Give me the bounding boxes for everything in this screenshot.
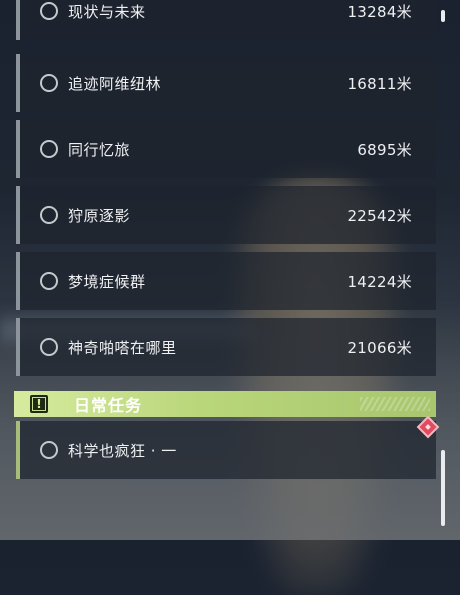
- mission-rail: [16, 0, 20, 40]
- mission-distance: 13284米: [347, 2, 412, 21]
- mission-item[interactable]: 现状与未来 13284米: [16, 0, 436, 40]
- mission-list: 现状与未来 13284米 追迹阿维纽林 16811米 同行忆旅 6895米 狩原…: [0, 0, 460, 540]
- mission-rail: [16, 54, 20, 112]
- mission-distance: 22542米: [347, 206, 412, 225]
- mission-item[interactable]: 追迹阿维纽林 16811米: [16, 54, 436, 112]
- scrollbar-top-cap: [441, 10, 445, 22]
- mission-name: 追迹阿维纽林: [68, 74, 162, 93]
- radio-circle-icon: [40, 338, 58, 356]
- radio-circle-icon: [40, 140, 58, 158]
- mission-item[interactable]: 梦境症候群 14224米: [16, 252, 436, 310]
- mission-name: 神奇啪嗒在哪里: [68, 338, 177, 357]
- mission-distance: 21066米: [347, 338, 412, 357]
- mission-rail: [16, 318, 20, 376]
- mission-rail: [16, 421, 20, 479]
- mission-item[interactable]: 神奇啪嗒在哪里 21066米: [16, 318, 436, 376]
- radio-circle-icon: [40, 206, 58, 224]
- mission-distance: 16811米: [347, 74, 412, 93]
- decorative-stripes: [360, 397, 430, 411]
- radio-circle-icon: [40, 272, 58, 290]
- mission-rail: [16, 252, 20, 310]
- section-title: 日常任务: [74, 396, 143, 415]
- mission-name: 狩原逐影: [68, 206, 131, 225]
- daily-mission-item[interactable]: 科学也疯狂 · 一: [16, 421, 436, 479]
- mission-name: 同行忆旅: [68, 140, 131, 159]
- scrollbar-thumb[interactable]: [441, 450, 445, 526]
- mission-distance: 14224米: [347, 272, 412, 291]
- daily-missions-header[interactable]: ! 日常任务: [14, 391, 436, 417]
- mission-item[interactable]: 狩原逐影 22542米: [16, 186, 436, 244]
- radio-circle-icon: [40, 2, 58, 20]
- mission-name: 梦境症候群: [68, 272, 146, 291]
- mission-rail: [16, 186, 20, 244]
- mission-item[interactable]: 同行忆旅 6895米: [16, 120, 436, 178]
- mission-name: 现状与未来: [68, 2, 146, 21]
- mission-name: 科学也疯狂 · 一: [68, 441, 177, 460]
- exclamation-box-icon: !: [30, 395, 48, 413]
- mission-distance: 6895米: [357, 140, 412, 159]
- mission-rail: [16, 120, 20, 178]
- radio-circle-icon: [40, 441, 58, 459]
- radio-circle-icon: [40, 74, 58, 92]
